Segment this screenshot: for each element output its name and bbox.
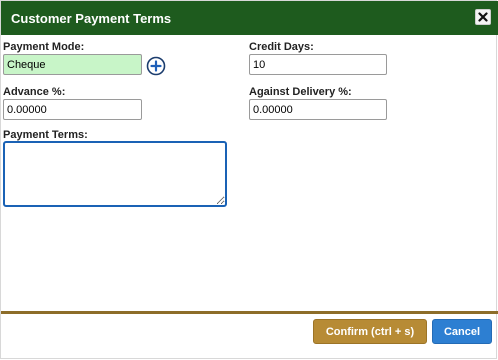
against-delivery-input[interactable] — [249, 99, 387, 120]
against-delivery-label: Against Delivery %: — [249, 86, 352, 98]
payment-mode-input[interactable] — [3, 54, 142, 75]
dialog-title: Customer Payment Terms — [11, 11, 172, 26]
close-button[interactable] — [475, 9, 491, 25]
confirm-button[interactable]: Confirm (ctrl + s) — [313, 319, 427, 344]
advance-percent-label: Advance %: — [3, 86, 66, 98]
footer-divider — [1, 311, 498, 314]
credit-days-label: Credit Days: — [249, 41, 314, 53]
payment-terms-dialog: Customer Payment Terms Payment Mode: Cre… — [0, 0, 498, 359]
payment-terms-textarea[interactable] — [3, 141, 227, 207]
cancel-button[interactable]: Cancel — [432, 319, 492, 344]
payment-mode-label: Payment Mode: — [3, 41, 85, 53]
add-payment-mode-button[interactable] — [146, 56, 166, 76]
advance-percent-input[interactable] — [3, 99, 142, 120]
close-x-icon — [478, 12, 488, 22]
credit-days-input[interactable] — [249, 54, 387, 75]
plus-circle-icon — [146, 56, 166, 76]
dialog-title-bar: Customer Payment Terms — [1, 1, 498, 35]
